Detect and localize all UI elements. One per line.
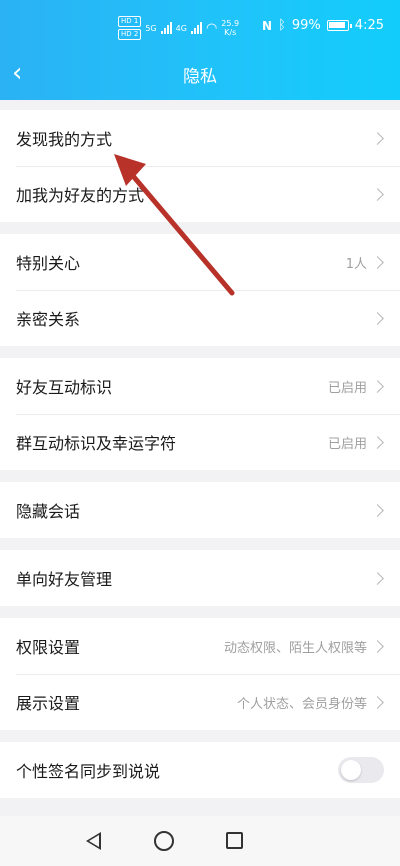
- row-label: 个性签名同步到说说: [16, 762, 161, 781]
- settings-row[interactable]: 隐藏会话: [0, 482, 400, 538]
- row-label: 发现我的方式: [16, 130, 113, 149]
- settings-row[interactable]: 权限设置 动态权限、陌生人权限等: [0, 618, 400, 674]
- signal-icon-2: [190, 22, 202, 34]
- status-bar: HD 1 HD 2 5G 4G ◠ 25.9 K/s N ᛒ 99% 4:25: [0, 12, 400, 42]
- net2-label: 4G: [175, 23, 187, 33]
- chevron-right-icon: [371, 571, 384, 585]
- settings-row[interactable]: 加我为好友的方式: [0, 166, 400, 222]
- status-left: HD 1 HD 2 5G 4G ◠ 25.9 K/s: [118, 16, 239, 40]
- bluetooth-icon: ᛒ: [278, 18, 286, 33]
- settings-group: 好友互动标识 已启用 群互动标识及幸运字符 已启用: [0, 358, 400, 470]
- row-value: 个人状态、会员身份等: [236, 696, 367, 712]
- chevron-right-icon: [371, 187, 384, 201]
- chevron-right-icon: [371, 311, 384, 325]
- net1-label: 5G: [145, 23, 157, 33]
- row-label: 权限设置: [16, 638, 81, 657]
- nav-back-triangle-icon[interactable]: [86, 832, 101, 850]
- chevron-right-icon: [371, 255, 384, 269]
- system-nav-bar: [0, 816, 400, 866]
- battery-icon: [326, 20, 352, 31]
- settings-group: 特别关心 1人亲密关系: [0, 234, 400, 346]
- row-value: 动态权限、陌生人权限等: [223, 640, 367, 656]
- settings-group: 单向好友管理: [0, 550, 400, 606]
- row-value: 已启用: [327, 436, 367, 452]
- settings-row[interactable]: 单向好友管理: [0, 550, 400, 606]
- row-label: 加我为好友的方式: [16, 186, 145, 205]
- chevron-right-icon: [371, 435, 384, 449]
- row-label: 特别关心: [16, 254, 81, 273]
- settings-group: 发现我的方式加我为好友的方式: [0, 110, 400, 222]
- row-label: 群互动标识及幸运字符: [16, 434, 177, 453]
- row-value: 已启用: [327, 380, 367, 396]
- row-label: 好友互动标识: [16, 378, 113, 397]
- wifi-icon: ◠: [205, 20, 218, 36]
- row-label: 隐藏会话: [16, 502, 81, 521]
- settings-group: 个性签名同步到说说: [0, 742, 400, 798]
- chevron-right-icon: [371, 131, 384, 145]
- settings-row[interactable]: 好友互动标识 已启用: [0, 358, 400, 414]
- nav-recent-square-icon[interactable]: [226, 832, 243, 849]
- settings-row[interactable]: 个性签名同步到说说: [0, 742, 400, 798]
- nav-bar: ‹ 隐私: [0, 56, 400, 92]
- nav-home-circle-icon[interactable]: [154, 831, 174, 851]
- row-value: 1人: [345, 256, 367, 272]
- speed-value: 25.9: [221, 19, 240, 28]
- toggle-switch[interactable]: [338, 757, 384, 783]
- header: HD 1 HD 2 5G 4G ◠ 25.9 K/s N ᛒ 99% 4:25 …: [0, 0, 400, 100]
- signal-icon: [160, 22, 172, 34]
- status-right: N ᛒ 99% 4:25: [262, 18, 384, 33]
- settings-list: 发现我的方式 加我为好友的方式 特别关心 1人 亲密关系 好友互动标识 已启用 群互动标识及幸…: [0, 110, 400, 810]
- settings-row[interactable]: 发现我的方式: [0, 110, 400, 166]
- row-label: 亲密关系: [16, 310, 81, 329]
- settings-group: 权限设置 动态权限、陌生人权限等展示设置 个人状态、会员身份等: [0, 618, 400, 730]
- battery-percent: 99%: [291, 18, 321, 33]
- settings-row[interactable]: 群互动标识及幸运字符 已启用: [0, 414, 400, 470]
- chevron-right-icon: [371, 639, 384, 653]
- row-label: 展示设置: [16, 694, 81, 713]
- row-label: 单向好友管理: [16, 570, 113, 589]
- settings-group: 隐藏会话: [0, 482, 400, 538]
- chevron-right-icon: [371, 379, 384, 393]
- sim1-badge: HD 1: [118, 16, 142, 27]
- network-speed: 25.9 K/s: [221, 19, 239, 37]
- settings-row[interactable]: 展示设置 个人状态、会员身份等: [0, 674, 400, 730]
- sim2-badge: HD 2: [118, 29, 142, 40]
- speed-unit: K/s: [224, 28, 237, 37]
- settings-row[interactable]: 亲密关系: [0, 290, 400, 346]
- settings-row[interactable]: 特别关心 1人: [0, 234, 400, 290]
- clock: 4:25: [354, 18, 384, 33]
- chevron-right-icon: [371, 695, 384, 709]
- sim-badges: HD 1 HD 2: [118, 16, 142, 40]
- page-title: 隐私: [183, 67, 217, 87]
- nfc-icon: N: [262, 18, 273, 33]
- toggle-knob: [341, 760, 361, 780]
- chevron-right-icon: [371, 503, 384, 517]
